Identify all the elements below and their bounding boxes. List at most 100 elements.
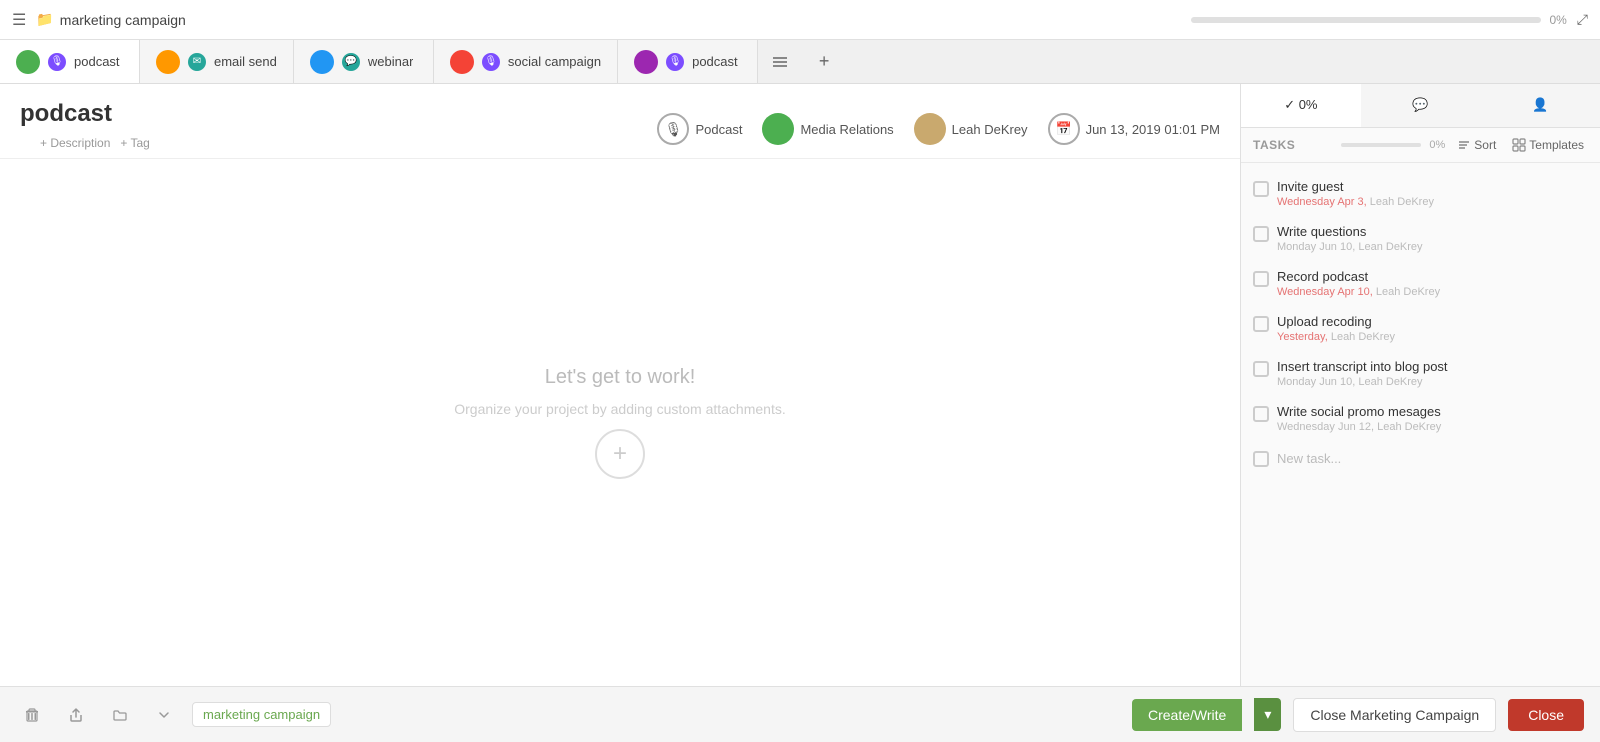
task-content: Write questions Monday Jun 10, Lean DeKr…	[1277, 224, 1588, 253]
tab-social-campaign[interactable]: 🎙 social campaign	[434, 40, 618, 83]
task-checkbox[interactable]	[1253, 181, 1269, 197]
sort-icon	[1457, 138, 1471, 152]
create-write-button[interactable]: Create/Write	[1132, 699, 1242, 731]
folder-icon	[112, 707, 128, 723]
close-button[interactable]: Close	[1508, 699, 1584, 731]
task-name: Write social promo mesages	[1277, 404, 1588, 419]
task-due-date: Monday Jun 10,	[1277, 376, 1355, 388]
meta-date[interactable]: 📅 Jun 13, 2019 01:01 PM	[1048, 113, 1220, 145]
trash-icon	[24, 707, 40, 723]
expand-icon[interactable]: ⤢	[1577, 11, 1588, 28]
tab-members[interactable]: 👤	[1480, 84, 1600, 127]
tasks-list: Invite guest Wednesday Apr 3, Leah DeKre…	[1241, 163, 1600, 686]
tab-podcast-1[interactable]: 🎙 podcast	[0, 40, 140, 83]
task-checkbox[interactable]	[1253, 316, 1269, 332]
task-checkbox[interactable]	[1253, 361, 1269, 377]
close-campaign-button[interactable]: Close Marketing Campaign	[1293, 698, 1496, 732]
templates-label: Templates	[1529, 138, 1584, 152]
meta-assignee[interactable]: Leah DeKrey	[914, 113, 1028, 145]
empty-desc: Organize your project by adding custom a…	[454, 401, 786, 417]
tasks-percent: 0%	[1429, 139, 1445, 151]
empty-state: Let's get to work! Organize your project…	[0, 159, 1240, 686]
tab-email-send[interactable]: ✉ email send	[140, 40, 294, 83]
chevron-icon	[158, 709, 170, 721]
tab-label: webinar	[368, 54, 414, 69]
tab-avatar	[634, 50, 658, 74]
new-task-placeholder: New task...	[1277, 451, 1341, 466]
task-due-date: Wednesday Apr 10,	[1277, 286, 1373, 298]
add-tab-button[interactable]: +	[802, 40, 846, 83]
add-tag-button[interactable]: + Tag	[120, 136, 149, 150]
tab-avatar	[156, 50, 180, 74]
task-name: Upload recoding	[1277, 314, 1588, 329]
meta-group-label: Media Relations	[800, 122, 893, 137]
new-task-checkbox[interactable]	[1253, 451, 1269, 467]
progress-label: 0%	[1549, 13, 1566, 27]
task-assignee: Leah DeKrey	[1358, 376, 1422, 388]
right-panel-tabs: ✓ 0% 💬 👤	[1241, 84, 1600, 128]
task-item[interactable]: Invite guest Wednesday Apr 3, Leah DeKre…	[1241, 171, 1600, 216]
group-avatar	[762, 113, 794, 145]
task-checkbox[interactable]	[1253, 226, 1269, 242]
tab-tasks[interactable]: ✓ 0%	[1241, 84, 1361, 127]
meta-type[interactable]: 🎙 Podcast	[657, 113, 742, 145]
sort-label: Sort	[1474, 138, 1496, 152]
folder-icon: 📁	[36, 11, 53, 28]
tabs-row: 🎙 podcast ✉ email send 💬 webinar 🎙 socia…	[0, 40, 1600, 84]
tab-label: email send	[214, 54, 277, 69]
task-meta: Monday Jun 10, Leah DeKrey	[1277, 376, 1588, 388]
new-task-row[interactable]: New task...	[1241, 441, 1600, 475]
breadcrumb-tag[interactable]: marketing campaign	[192, 702, 331, 727]
comments-tab-icon: 💬	[1412, 97, 1428, 113]
delete-button[interactable]	[16, 699, 48, 731]
top-bar: ☰ 📁 marketing campaign 0% ⤢	[0, 0, 1600, 40]
task-name: Insert transcript into blog post	[1277, 359, 1588, 374]
task-item[interactable]: Insert transcript into blog post Monday …	[1241, 351, 1600, 396]
add-attachment-button[interactable]: +	[595, 429, 645, 479]
task-content: Upload recoding Yesterday, Leah DeKrey	[1277, 314, 1588, 343]
meta-group[interactable]: Media Relations	[762, 113, 893, 145]
empty-title: Let's get to work!	[545, 366, 696, 389]
meta-type-label: Podcast	[695, 122, 742, 137]
create-write-chevron[interactable]: ▾	[1254, 698, 1281, 731]
tab-avatar	[450, 50, 474, 74]
task-meta: Wednesday Jun 12, Leah DeKrey	[1277, 421, 1588, 433]
task-item[interactable]: Upload recoding Yesterday, Leah DeKrey	[1241, 306, 1600, 351]
menu-icon[interactable]: ☰	[12, 10, 26, 30]
task-assignee: Leah DeKrey	[1377, 421, 1441, 433]
task-name: Write questions	[1277, 224, 1588, 239]
share-button[interactable]	[60, 699, 92, 731]
tasks-tab-label: ✓ 0%	[1284, 97, 1317, 113]
task-checkbox[interactable]	[1253, 271, 1269, 287]
task-meta: Wednesday Apr 3, Leah DeKrey	[1277, 196, 1588, 208]
create-write-label: Create/Write	[1148, 707, 1226, 723]
bottom-bar: marketing campaign Create/Write ▾ Close …	[0, 686, 1600, 742]
templates-button[interactable]: Templates	[1508, 136, 1588, 154]
tab-badge-icon: 🎙	[48, 53, 66, 71]
tab-webinar[interactable]: 💬 webinar	[294, 40, 434, 83]
card-tags: + Description + Tag	[20, 128, 657, 158]
task-meta: Wednesday Apr 10, Leah DeKrey	[1277, 286, 1588, 298]
task-checkbox[interactable]	[1253, 406, 1269, 422]
task-due-date: Monday Jun 10,	[1277, 241, 1355, 253]
task-due-date: Yesterday,	[1277, 331, 1328, 343]
task-item[interactable]: Record podcast Wednesday Apr 10, Leah De…	[1241, 261, 1600, 306]
sort-button[interactable]: Sort	[1453, 136, 1500, 154]
task-item[interactable]: Write questions Monday Jun 10, Lean DeKr…	[1241, 216, 1600, 261]
tasks-progress-bar	[1341, 143, 1421, 147]
templates-icon	[1512, 138, 1526, 152]
move-button[interactable]	[104, 699, 136, 731]
chevron-down-icon[interactable]	[148, 699, 180, 731]
calendar-icon: 📅	[1048, 113, 1080, 145]
tab-podcast-2[interactable]: 🎙 podcast	[618, 40, 758, 83]
task-due-date: Wednesday Apr 3,	[1277, 196, 1367, 208]
add-description-button[interactable]: + Description	[40, 136, 110, 150]
task-assignee: Leah DeKrey	[1376, 286, 1440, 298]
tabs-more-button[interactable]	[758, 40, 802, 83]
task-item[interactable]: Write social promo mesages Wednesday Jun…	[1241, 396, 1600, 441]
tab-badge-icon: 🎙	[666, 53, 684, 71]
task-meta: Monday Jun 10, Lean DeKrey	[1277, 241, 1588, 253]
task-assignee: Leah DeKrey	[1370, 196, 1434, 208]
card-title: podcast	[20, 100, 657, 128]
tab-comments[interactable]: 💬	[1361, 84, 1481, 127]
